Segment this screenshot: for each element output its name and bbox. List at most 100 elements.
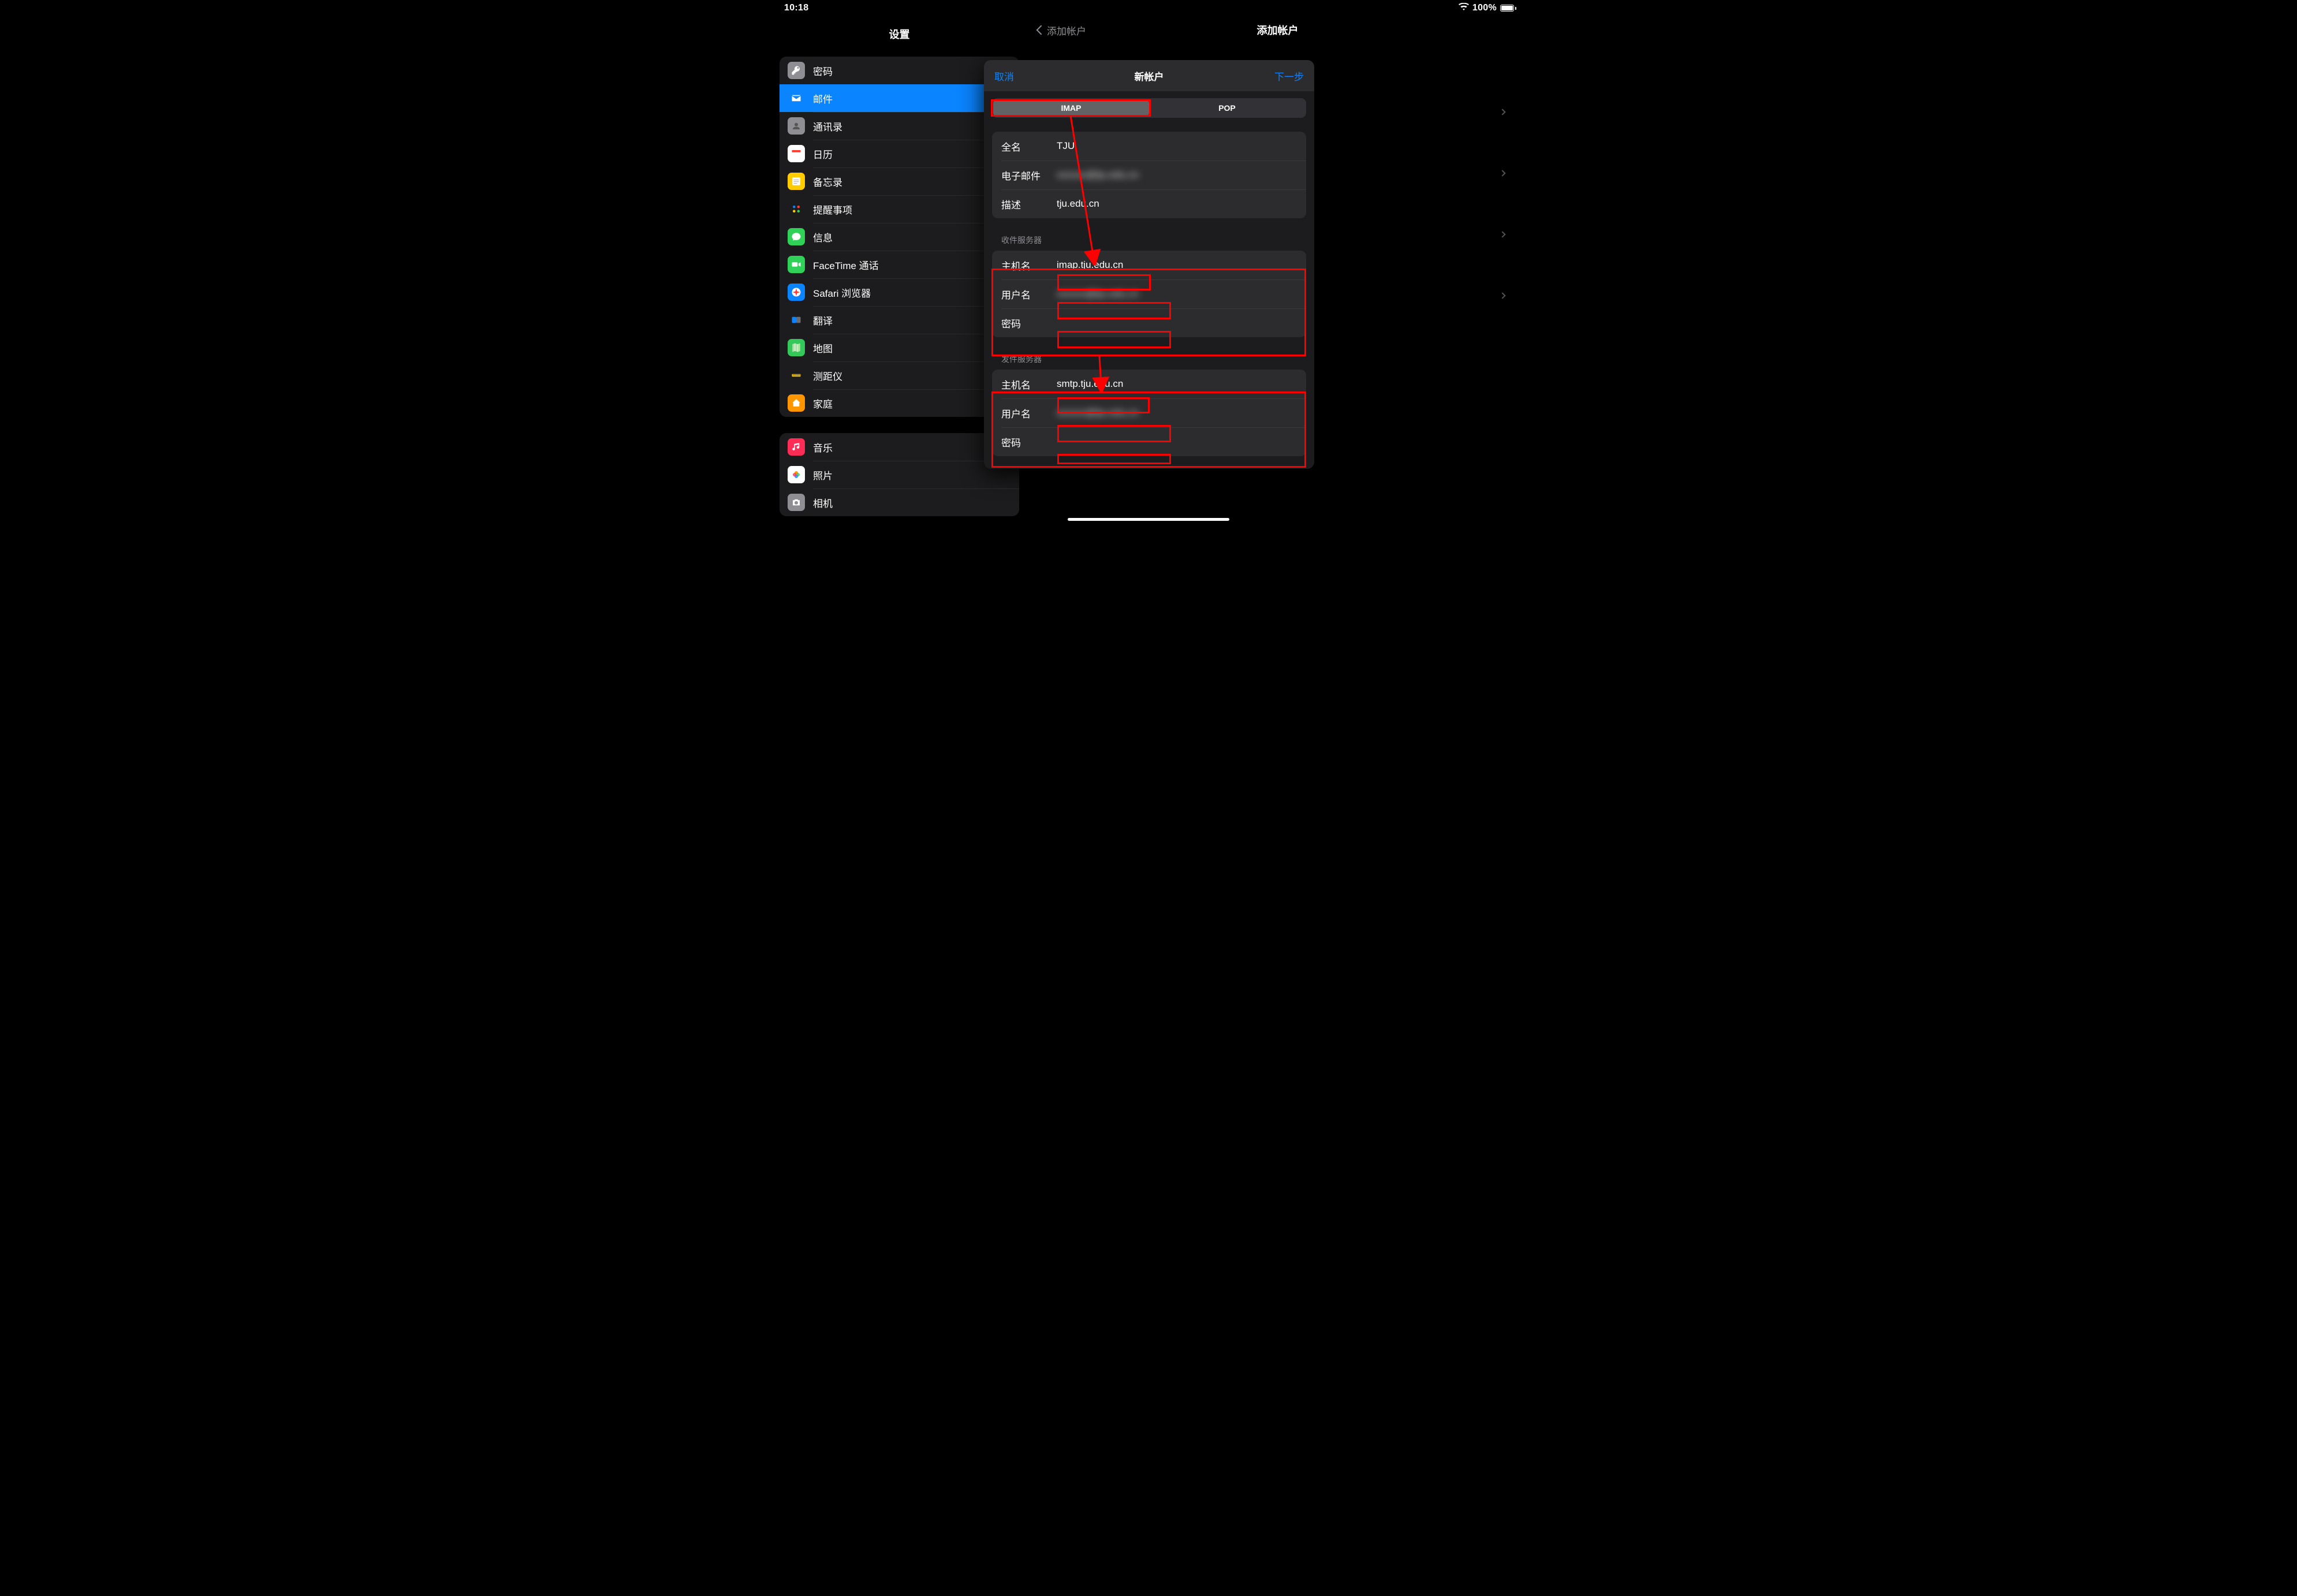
email-label: 电子邮件 [1001, 168, 1057, 182]
camera-icon [788, 494, 805, 511]
description-value: tju.edu.cn [1057, 198, 1099, 210]
mail-icon [788, 90, 805, 107]
field-full-name[interactable]: 全名 TJU [992, 132, 1306, 161]
sidebar-item-2[interactable]: 相机 [780, 489, 1019, 516]
sidebar-item-11[interactable]: 测距仪 [780, 361, 1019, 389]
modal-title: 新帐户 [1135, 69, 1164, 83]
section-title-outgoing: 发件服务器 [1001, 353, 1297, 365]
segment-imap[interactable]: IMAP [993, 99, 1149, 117]
sidebar-item-5[interactable]: 提醒事项 [780, 195, 1019, 223]
sidebar-item-0[interactable]: 音乐 [780, 433, 1019, 461]
sidebar-group-apps2: 音乐照片相机 [780, 433, 1019, 516]
notes-icon [788, 173, 805, 190]
wifi-icon [1459, 3, 1469, 14]
sidebar-item-label: 邮件 [813, 91, 833, 106]
sidebar-item-label: 翻译 [813, 313, 833, 327]
safari-icon [788, 284, 805, 301]
detail-header: 添加帐户 添加帐户 [1028, 16, 1527, 44]
key-icon [788, 62, 805, 79]
messages-icon [788, 228, 805, 245]
sidebar-item-2[interactable]: 通讯录 [780, 112, 1019, 140]
sidebar-item-label: 照片 [813, 468, 833, 482]
sidebar-item-label: FaceTime 通话 [813, 258, 879, 272]
sidebar-item-6[interactable]: 信息 [780, 223, 1019, 251]
home-icon [788, 394, 805, 412]
sidebar-item-4[interactable]: 备忘录 [780, 167, 1019, 195]
facetime-icon [788, 256, 805, 273]
full-name-value: TJU [1057, 140, 1075, 152]
incoming-user-label: 用户名 [1001, 287, 1057, 301]
chevron-right-icon [1499, 231, 1505, 237]
sidebar-item-label: 提醒事项 [813, 202, 852, 217]
segment-pop[interactable]: POP [1149, 99, 1305, 117]
sidebar-item-10[interactable]: 地图 [780, 334, 1019, 361]
sidebar-item-label: 音乐 [813, 440, 833, 454]
home-indicator[interactable] [1068, 518, 1229, 521]
sidebar-item-1[interactable]: 邮件 [780, 84, 1019, 112]
form-group-outgoing: 主机名 smtp.tju.edu.cn 用户名 xxxxxx@tju.edu.c… [992, 370, 1306, 456]
battery-percent: 100% [1472, 3, 1497, 13]
battery-icon [1500, 5, 1516, 12]
outgoing-host-label: 主机名 [1001, 377, 1057, 391]
sidebar-group-apps1: 密码邮件通讯录日历备忘录提醒事项信息 FaceTime 通话 Safari 浏览器翻… [780, 57, 1019, 417]
field-incoming-host[interactable]: 主机名 imap.tju.edu.cn [992, 251, 1306, 279]
protocol-segmented-control: IMAP POP [992, 98, 1306, 118]
calendar-icon [788, 145, 805, 162]
field-outgoing-host[interactable]: 主机名 smtp.tju.edu.cn [992, 370, 1306, 398]
field-description[interactable]: 描述 tju.edu.cn [992, 189, 1306, 218]
field-outgoing-user[interactable]: 用户名 xxxxxx@tju.edu.cn [992, 398, 1306, 427]
maps-icon [788, 339, 805, 356]
chevron-right-icon [1499, 109, 1505, 115]
modal-header: 取消 新帐户 下一步 [984, 60, 1314, 91]
sidebar-item-label: 测距仪 [813, 368, 842, 383]
outgoing-pass-label: 密码 [1001, 435, 1057, 449]
sidebar-item-12[interactable]: 家庭 [780, 389, 1019, 417]
incoming-host-value: imap.tju.edu.cn [1057, 259, 1123, 271]
sidebar-item-label: 日历 [813, 147, 833, 161]
form-group-incoming: 主机名 imap.tju.edu.cn 用户名 xxxxxx@tju.edu.c… [992, 251, 1306, 337]
incoming-host-label: 主机名 [1001, 258, 1057, 273]
status-time: 10:18 [784, 3, 808, 13]
sidebar-item-label: 通讯录 [813, 119, 842, 133]
field-incoming-user[interactable]: 用户名 xxxxxx@tju.edu.cn [992, 279, 1306, 308]
measure-icon [788, 367, 805, 384]
translate-icon [788, 311, 805, 329]
full-name-label: 全名 [1001, 139, 1057, 154]
sidebar-item-3[interactable]: 日历 [780, 140, 1019, 167]
sidebar-item-8[interactable]: Safari 浏览器 [780, 278, 1019, 306]
detail-title: 添加帐户 [1257, 23, 1299, 38]
new-account-modal: 取消 新帐户 下一步 IMAP POP 全名 TJU 电子邮件 xxxxxx@t… [984, 60, 1314, 469]
incoming-pass-label: 密码 [1001, 316, 1057, 330]
sidebar-item-label: 家庭 [813, 396, 833, 411]
outgoing-user-label: 用户名 [1001, 406, 1057, 420]
chevron-right-icon [1499, 292, 1505, 299]
field-outgoing-password[interactable]: 密码 [992, 427, 1306, 456]
sidebar-item-1[interactable]: 照片 [780, 461, 1019, 489]
sidebar-item-label: 地图 [813, 341, 833, 355]
reminders-icon [788, 200, 805, 218]
status-bar: 10:18 100% [770, 0, 1527, 16]
form-group-account: 全名 TJU 电子邮件 xxxxxx@tju.edu.cn 描述 tju.edu… [992, 132, 1306, 218]
description-label: 描述 [1001, 197, 1057, 211]
sidebar-item-label: Safari 浏览器 [813, 285, 871, 300]
field-email[interactable]: 电子邮件 xxxxxx@tju.edu.cn [992, 161, 1306, 189]
sidebar-item-7[interactable]: FaceTime 通话 [780, 251, 1019, 278]
sidebar-item-0[interactable]: 密码 [780, 57, 1019, 84]
back-label: 添加帐户 [1047, 23, 1086, 38]
section-title-incoming: 收件服务器 [1001, 234, 1297, 246]
sidebar-item-label: 备忘录 [813, 174, 842, 189]
sidebar-item-label: 密码 [813, 64, 833, 78]
cancel-button[interactable]: 取消 [994, 69, 1014, 83]
back-button[interactable]: 添加帐户 [1038, 23, 1086, 38]
outgoing-host-value: smtp.tju.edu.cn [1057, 378, 1123, 390]
sidebar-item-label: 信息 [813, 230, 833, 244]
incoming-user-value: xxxxxx@tju.edu.cn [1057, 288, 1139, 300]
chevron-right-icon [1499, 170, 1505, 176]
music-icon [788, 438, 805, 456]
sidebar-item-9[interactable]: 翻译 [780, 306, 1019, 334]
chevron-left-icon [1036, 25, 1046, 35]
photos-icon [788, 466, 805, 483]
sidebar-title: 设置 [770, 16, 1028, 50]
field-incoming-password[interactable]: 密码 [992, 308, 1306, 337]
next-button[interactable]: 下一步 [1274, 69, 1304, 83]
